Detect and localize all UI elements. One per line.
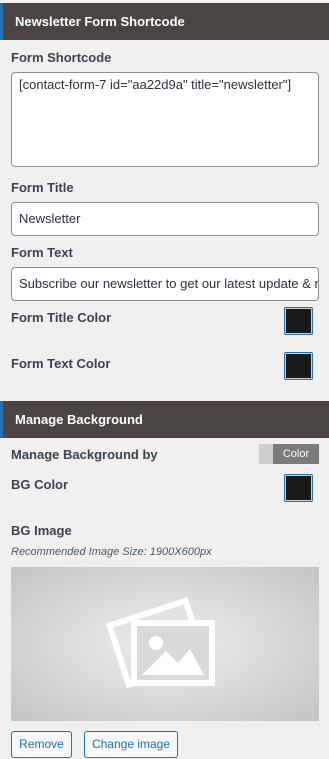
bg-color-swatch[interactable] [284,474,313,502]
remove-image-button[interactable]: Remove [11,731,72,758]
form-title-label: Form Title [11,180,74,195]
bg-image-label: BG Image [11,523,72,538]
bg-image-preview[interactable] [11,567,319,721]
form-text-color-swatch[interactable] [284,352,313,380]
form-shortcode-textarea[interactable]: [contact-form-7 id="aa22d9a" title="news… [11,72,319,167]
newsletter-section-header[interactable]: Newsletter Form Shortcode [0,3,329,40]
background-section-header[interactable]: Manage Background [0,401,329,438]
image-placeholder-icon [105,597,215,689]
form-shortcode-label: Form Shortcode [11,50,112,65]
form-text-color-label: Form Text Color [11,356,111,371]
change-image-button[interactable]: Change image [84,731,178,758]
form-title-input[interactable]: Newsletter [11,202,319,236]
manage-background-by-label: Manage Background by [11,447,158,462]
image-size-hint: Recommended Image Size: 1900X600px [11,546,212,558]
form-text-input[interactable]: Subscribe our newsletter to get our late… [11,267,319,301]
bg-color-label: BG Color [11,477,69,492]
form-title-color-swatch[interactable] [284,307,313,335]
form-text-label: Form Text [11,245,73,260]
toggle-option-color[interactable]: Color [273,444,319,464]
form-title-color-label: Form Title Color [11,310,112,325]
manage-background-toggle[interactable]: Color [259,444,319,464]
